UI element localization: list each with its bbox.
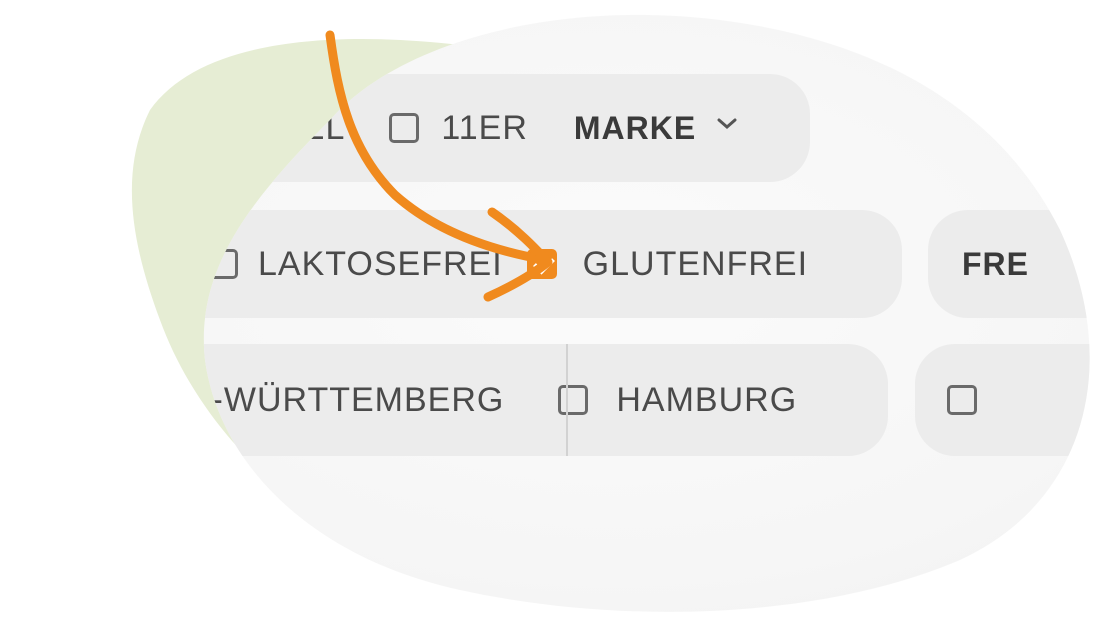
filter-zoom-illustration: ZEL 11ER MARKE LAKTOSEFREI GLUTENFREI FR… xyxy=(0,0,1118,622)
arrow-icon xyxy=(325,30,553,302)
